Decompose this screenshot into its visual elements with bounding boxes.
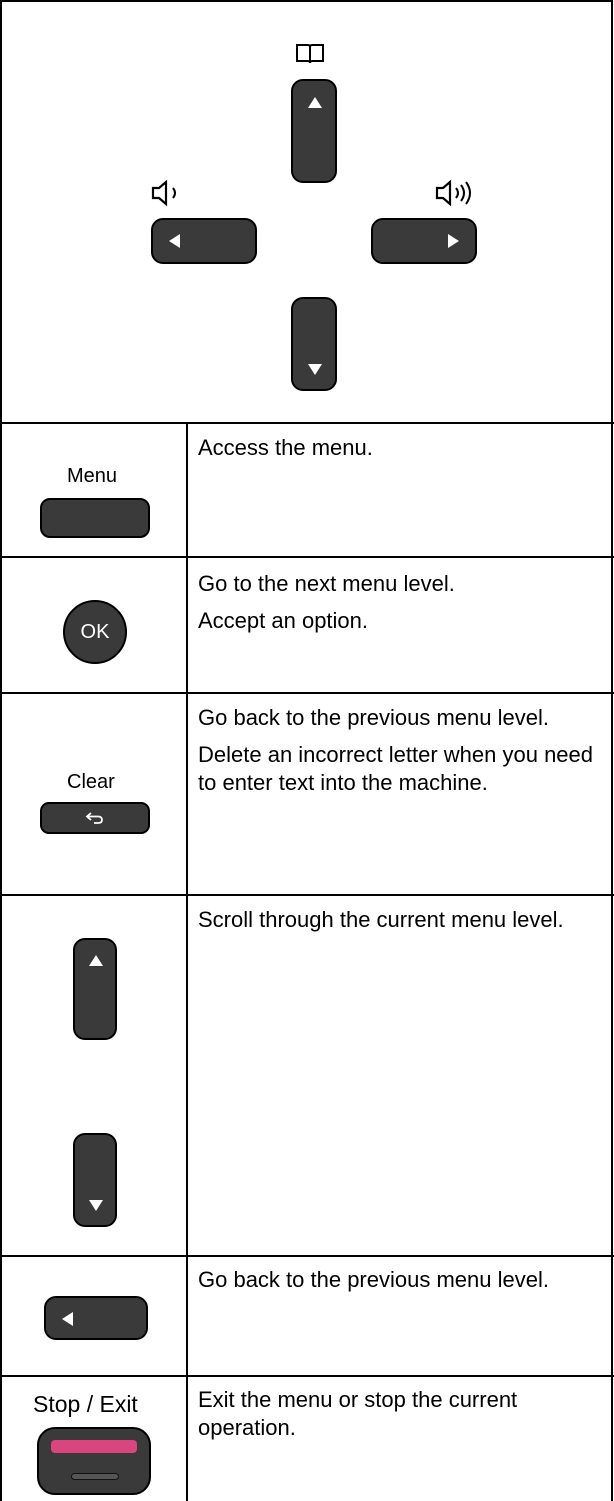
- down-scroll-button[interactable]: [73, 1133, 117, 1227]
- up-arrow-icon: [308, 97, 322, 108]
- ok-button[interactable]: OK: [63, 600, 127, 664]
- up-arrow-icon: [89, 955, 103, 966]
- menu-key-label: Menu: [67, 465, 118, 487]
- down-arrow-icon: [89, 1200, 103, 1211]
- clear-key-label: Clear: [67, 771, 115, 793]
- right-arrow-button[interactable]: [371, 218, 477, 264]
- address-book-icon: [296, 44, 324, 64]
- down-arrow-icon: [308, 364, 322, 375]
- description-line: Accept an option.: [198, 608, 369, 633]
- description-line: Go to the next menu level.: [198, 571, 455, 596]
- column-divider: [186, 422, 188, 1501]
- row-divider: [0, 1255, 614, 1257]
- left-arrow-icon: [169, 234, 180, 248]
- stop-exit-key-label: Stop / Exit: [33, 1391, 138, 1417]
- description-line: Delete an incorrect letter when you need…: [198, 742, 594, 795]
- row-description: Go back to the previous menu level. Dele…: [198, 704, 598, 797]
- stop-button-slot: [71, 1473, 119, 1480]
- back-arrow-icon: [85, 812, 103, 824]
- menu-button[interactable]: [40, 498, 150, 538]
- stop-indicator-bar: [51, 1440, 137, 1453]
- row-divider: [0, 692, 614, 694]
- right-arrow-icon: [448, 234, 459, 248]
- description-line: Exit the menu or stop the current operat…: [198, 1387, 518, 1440]
- left-arrow-icon: [62, 1312, 73, 1326]
- row-description: Go back to the previous menu level.: [198, 1266, 598, 1294]
- left-arrow-button[interactable]: [151, 218, 257, 264]
- stop-exit-button[interactable]: [37, 1427, 151, 1495]
- ok-button-label: OK: [80, 620, 110, 643]
- row-description: Scroll through the current menu level.: [198, 906, 598, 934]
- clear-button[interactable]: [40, 802, 150, 834]
- down-arrow-button[interactable]: [291, 297, 337, 391]
- description-line: Go back to the previous menu level.: [198, 1267, 549, 1292]
- row-divider: [0, 894, 614, 896]
- row-description: Exit the menu or stop the current operat…: [198, 1386, 598, 1442]
- row-description: Go to the next menu level. Accept an opt…: [198, 570, 598, 635]
- back-left-button[interactable]: [44, 1296, 148, 1340]
- row-divider: [0, 556, 614, 558]
- row-description: Access the menu.: [198, 434, 598, 462]
- up-arrow-button[interactable]: [291, 79, 337, 183]
- row-divider: [0, 422, 614, 424]
- description-line: Scroll through the current menu level.: [198, 907, 564, 932]
- up-scroll-button[interactable]: [73, 938, 117, 1040]
- volume-low-icon: [151, 179, 176, 207]
- description-line: Access the menu.: [198, 435, 373, 460]
- row-divider: [0, 1375, 614, 1377]
- volume-high-icon: [435, 179, 471, 207]
- description-line: Go back to the previous menu level.: [198, 705, 549, 730]
